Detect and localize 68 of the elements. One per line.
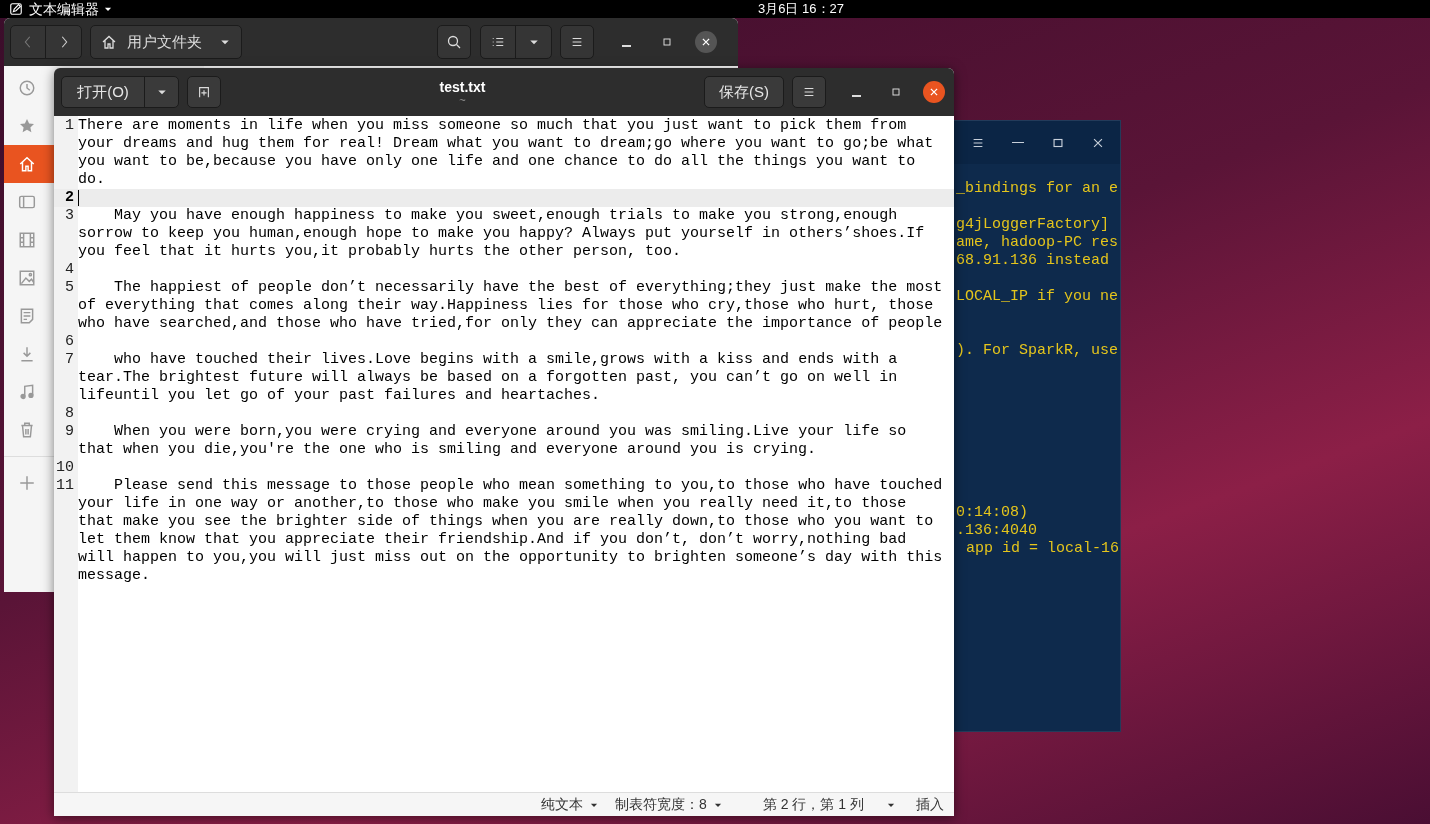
maximize-icon [661, 36, 673, 48]
new-tab-icon [197, 85, 211, 99]
clock[interactable]: 3月6日 16：27 [758, 0, 844, 19]
line-number: 7 [64, 351, 75, 370]
text-line: who have touched their lives.Love begins with a smile,grows with a kiss and ends with a tear.The brightest future will always be based on a forgotten past, you can’t go on well in lifeuntil you let go of your past failures and heartaches. [78, 351, 899, 405]
cursor-position-dropdown[interactable]: 第 2 行，第 1 列 [762, 794, 896, 815]
plus-icon [18, 474, 36, 492]
window-title: test.txt [439, 80, 486, 94]
star-icon [18, 117, 36, 135]
text-line: Please send this message to those people who mean something to you,to those who have touched your life in one way or another,to those who make you smile when you really need it,to those that make you see the brighter side of things when you are really down,to those who you want to let them know that you appreciate their friendship.And if you don’t, don’t worry,nothing bad will happen to you,you will just miss out on the opportunity to brighten someone’s day with this message. [78, 477, 944, 585]
line-number: 6 [64, 333, 75, 351]
terminal-output-line: app id = local-16 [965, 540, 1120, 558]
line-number: 5 [64, 279, 75, 298]
close-icon [701, 37, 711, 47]
download-icon [18, 345, 36, 363]
insert-mode: 插入 [916, 795, 944, 814]
terminal-output-line: 68.91.136 instead [956, 252, 1110, 270]
close-button[interactable] [695, 31, 717, 53]
line-number: 4 [64, 261, 75, 279]
text-line: The happiest of people don’t necessarily have the best of everything;they just make the most of everything that comes along their way.Happiness lies for those who cry,those who hurt, those who have searched,and those who have tried,for only they can appreciate the importance of people [78, 279, 944, 333]
terminal-output-line: g4jLoggerFactory] [956, 216, 1110, 234]
text-line: When you were born,you were crying and everyone around you was smiling.Live your life so that when you die,you're the one who is smiling and everyone around you is crying. [78, 423, 908, 459]
language-dropdown[interactable]: 纯文本 [541, 794, 600, 815]
line-number: 10 [55, 459, 75, 477]
line-number: 3 [64, 207, 75, 226]
search-icon [446, 34, 462, 50]
maximize-icon [890, 86, 902, 98]
document-icon [18, 307, 36, 325]
close-button[interactable] [923, 81, 945, 103]
location-button[interactable]: 用户文件夹 [90, 25, 242, 59]
menu-icon [802, 85, 816, 99]
home-icon [18, 155, 36, 173]
close-icon [929, 87, 939, 97]
menu-button[interactable] [792, 76, 826, 108]
terminal-output-line: _bindings for an e [956, 180, 1119, 198]
save-button[interactable]: 保存(S) [704, 76, 784, 108]
music-note-icon [18, 383, 36, 401]
text-line: May you have enough happiness to make you sweet,enough trials to make you strong,enough sorrow to keep you human,enough hope to make you happy? Always put yourself in others’shoes.If you feel that it hurts you,it probably hurts the other person, too. [78, 207, 926, 261]
minimize-icon [621, 45, 631, 47]
window-subtitle: ~ [459, 95, 466, 106]
film-icon [18, 231, 36, 249]
line-number: 1 [64, 117, 75, 136]
text-line: There are moments in life when you miss someone so much that you just want to pick them from your dreams and hug them for real! Dream what you want to dream;go where you want to go;be what you want to be,because you have only one life and one chance to do all the things you want to do. [78, 117, 935, 189]
line-number: 8 [64, 405, 75, 423]
terminal-output-line: .136:4040 [956, 522, 1037, 540]
trash-icon [18, 421, 36, 439]
text-editor-icon [9, 2, 23, 16]
sidebar-item[interactable] [4, 145, 54, 183]
terminal-output-line: ). For SparkR, use [956, 342, 1119, 360]
menu-button[interactable] [560, 25, 594, 59]
clock-icon [18, 79, 36, 97]
new-tab-button[interactable] [187, 76, 221, 108]
text-cursor [78, 190, 79, 206]
menu-icon [570, 35, 584, 49]
image-icon [18, 269, 36, 287]
minimize-icon [1012, 141, 1024, 144]
tab-width-dropdown[interactable]: 制表符宽度：8 [615, 794, 723, 815]
list-icon [491, 35, 505, 49]
desktop-icon [18, 193, 36, 211]
line-number: 2 [64, 189, 75, 207]
search-button[interactable] [437, 25, 471, 59]
line-number: 9 [64, 423, 75, 442]
minimize-icon [851, 95, 861, 97]
home-icon [101, 34, 117, 50]
terminal-output-line: 0:14:08) [956, 504, 1028, 522]
terminal-output-line: ame, hadoop-PC res [956, 234, 1119, 252]
line-number: 11 [55, 477, 75, 496]
terminal-output-line: LOCAL_IP if you ne [956, 288, 1119, 306]
